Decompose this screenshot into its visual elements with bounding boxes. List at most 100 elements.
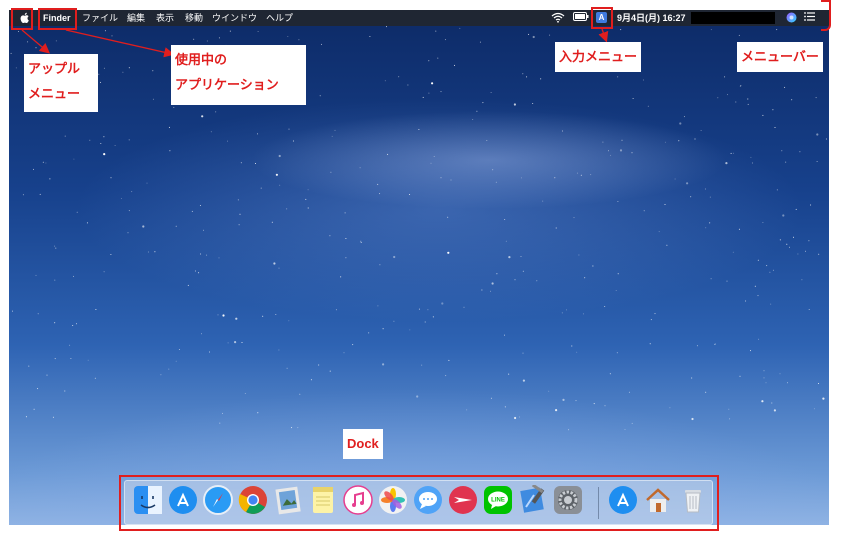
star	[169, 150, 171, 152]
star	[505, 240, 507, 242]
star	[747, 103, 749, 105]
star	[418, 308, 420, 310]
star	[305, 198, 307, 200]
star	[604, 405, 606, 407]
star	[222, 412, 223, 414]
star	[33, 168, 34, 170]
star	[407, 84, 409, 86]
star	[54, 279, 56, 281]
desktop-wallpaper	[9, 10, 829, 525]
star	[450, 179, 452, 181]
wifi-icon[interactable]	[551, 12, 565, 23]
battery-icon[interactable]	[573, 12, 589, 21]
star	[745, 300, 747, 302]
star	[440, 91, 442, 93]
input-menu-highlight	[591, 7, 613, 29]
star	[782, 214, 785, 217]
star	[89, 139, 91, 141]
star	[573, 217, 575, 219]
star	[491, 282, 494, 285]
star	[239, 213, 241, 215]
star	[377, 305, 379, 307]
star	[201, 333, 202, 335]
star	[757, 259, 759, 261]
star	[386, 26, 387, 28]
active-app-label-line2: アプリケーション	[175, 77, 279, 92]
star	[86, 222, 88, 224]
star	[111, 35, 113, 37]
star	[310, 379, 312, 381]
star	[738, 34, 740, 36]
star	[649, 343, 651, 345]
star	[345, 257, 347, 259]
menu-file[interactable]: ファイル	[82, 12, 118, 24]
star	[110, 177, 112, 179]
star	[508, 256, 511, 259]
star	[522, 270, 524, 272]
star	[191, 210, 193, 212]
star	[218, 37, 220, 39]
star	[142, 225, 145, 228]
star	[757, 295, 759, 297]
star	[704, 188, 706, 190]
star	[387, 153, 389, 155]
menu-go[interactable]: 移動	[185, 12, 203, 24]
star	[200, 253, 202, 255]
user-name-redacted[interactable]	[691, 12, 775, 24]
star	[522, 73, 524, 75]
siri-icon[interactable]	[786, 12, 797, 23]
star	[427, 309, 429, 311]
star	[168, 126, 170, 128]
star	[222, 314, 225, 317]
star	[12, 310, 13, 312]
star	[379, 193, 381, 195]
star	[18, 31, 19, 32]
star	[786, 243, 788, 245]
apple-menu-label-line2: メニュー	[28, 86, 81, 101]
star	[273, 262, 276, 265]
star	[103, 136, 105, 138]
menu-window[interactable]: ウインドウ	[212, 12, 257, 24]
star	[100, 143, 102, 144]
star	[262, 315, 264, 317]
star	[55, 247, 57, 249]
star	[330, 171, 332, 173]
star	[740, 85, 742, 87]
clock[interactable]: 9月4日(月) 16:27	[617, 12, 686, 24]
star	[203, 229, 204, 231]
star	[343, 352, 345, 354]
star	[781, 150, 783, 152]
star	[705, 227, 707, 229]
star	[762, 114, 764, 116]
star	[664, 204, 666, 205]
menu-view[interactable]: 表示	[156, 12, 174, 24]
star	[393, 255, 396, 259]
star	[435, 30, 437, 32]
star	[110, 254, 112, 255]
menu-edit[interactable]: 編集	[127, 12, 145, 24]
star	[299, 393, 301, 395]
star	[131, 191, 133, 193]
star	[609, 373, 611, 375]
star	[504, 219, 506, 220]
notification-center-icon[interactable]	[804, 12, 815, 21]
star	[568, 429, 570, 431]
star	[217, 314, 219, 316]
star	[791, 99, 793, 101]
star	[275, 173, 278, 176]
apple-menu-label-line1: アップル	[28, 61, 81, 76]
star	[409, 194, 411, 195]
star	[128, 210, 130, 212]
star	[275, 314, 277, 315]
star	[122, 71, 124, 73]
star	[340, 276, 342, 278]
menu-help[interactable]: ヘルプ	[266, 12, 293, 24]
star	[776, 189, 778, 191]
dock-highlight	[119, 475, 719, 531]
star	[287, 36, 289, 37]
star	[424, 321, 426, 323]
star	[288, 128, 290, 130]
star	[763, 377, 765, 379]
input-menu-label: 入力メニュー	[555, 42, 642, 72]
star	[104, 30, 106, 32]
